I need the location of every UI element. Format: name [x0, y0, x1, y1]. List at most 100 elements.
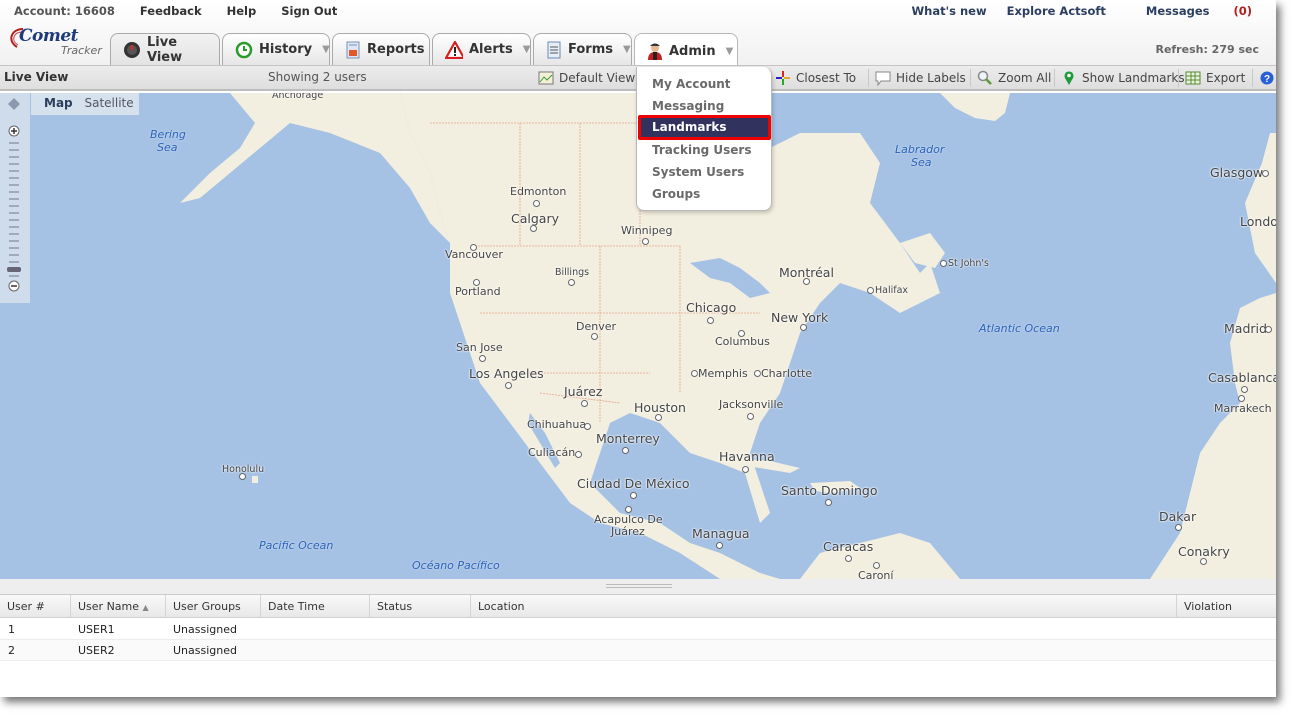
svg-text:?: ? — [1264, 74, 1270, 85]
table-row[interactable]: 2 USER2 Unassigned — [0, 640, 1276, 661]
logo-sub-text: Tracker — [61, 44, 102, 57]
chevron-down-icon: ▼ — [622, 44, 631, 55]
admin-user-icon — [647, 42, 663, 60]
map-label: Chihuahua — [527, 418, 587, 431]
water-label: Sea — [157, 141, 178, 154]
column-label: Date Time — [268, 600, 325, 613]
help-button[interactable]: ? — [1252, 69, 1276, 87]
map-type-satellite[interactable]: Satellite — [84, 96, 133, 110]
tab-reports[interactable]: Reports — [332, 33, 430, 65]
tab-history[interactable]: History ▼ — [222, 33, 330, 65]
map-type-map[interactable]: Map — [44, 96, 73, 110]
menu-item-landmarks[interactable]: Landmarks — [638, 115, 771, 140]
tab-live-view[interactable]: Live View — [110, 33, 220, 65]
app-window: Account: 16608 Feedback Help Sign Out Wh… — [0, 0, 1276, 697]
menu-item-my-account[interactable]: My Account — [652, 77, 731, 91]
city-marker — [940, 260, 947, 267]
map-label: Ciudad De México — [577, 476, 690, 491]
city-marker — [655, 414, 662, 421]
map-view-icon — [538, 70, 554, 86]
column-user-number[interactable]: User # — [0, 595, 71, 618]
map-label: Vancouver — [445, 248, 503, 261]
zoom-control — [0, 93, 30, 303]
whats-new-link[interactable]: What's new — [911, 4, 986, 18]
cell-user-name: USER1 — [78, 623, 115, 636]
menu-item-system-users[interactable]: System Users — [652, 165, 744, 179]
city-marker — [845, 555, 852, 562]
menu-item-groups[interactable]: Groups — [652, 187, 700, 201]
export-label: Export — [1206, 71, 1246, 85]
column-status[interactable]: Status — [370, 595, 471, 618]
sign-out-link[interactable]: Sign Out — [281, 4, 337, 18]
city-marker — [625, 506, 632, 513]
water-label: Atlantic Ocean — [979, 322, 1060, 335]
map-label: Winnipeg — [621, 224, 673, 237]
map-label: Chicago — [686, 300, 737, 315]
menu-item-label: Landmarks — [652, 120, 727, 134]
closest-to-label: Closest To — [796, 71, 857, 85]
city-marker — [533, 200, 540, 207]
tab-alerts[interactable]: Alerts ▼ — [432, 33, 531, 65]
map-label: St John's — [948, 258, 989, 269]
hide-labels-button[interactable]: Hide Labels — [868, 69, 966, 87]
messages-count: (0) — [1233, 4, 1252, 18]
city-marker — [239, 473, 246, 480]
report-icon — [345, 41, 361, 59]
show-landmarks-button[interactable]: Show Landmarks — [1054, 69, 1185, 87]
menu-item-tracking-users[interactable]: Tracking Users — [652, 143, 752, 157]
tab-forms[interactable]: Forms ▼ — [533, 33, 632, 65]
messages-link[interactable]: Messages (0) — [1126, 4, 1252, 18]
column-violation[interactable]: Violation — [1177, 595, 1276, 618]
logo-main-text: Comet — [19, 26, 79, 46]
map-label: Glasgow — [1210, 165, 1264, 180]
comet-tracker-logo: Comet Tracker — [10, 26, 106, 62]
water-label: Pacific Ocean — [259, 539, 334, 552]
map-label: Charlotte — [761, 367, 813, 380]
refresh-countdown: Refresh: 279 sec — [1155, 43, 1259, 56]
export-button[interactable]: Export — [1178, 69, 1245, 87]
top-links: Account: 16608 Feedback Help Sign Out — [14, 4, 362, 18]
splitter-grip-icon[interactable] — [606, 584, 672, 588]
top-header: Account: 16608 Feedback Help Sign Out Wh… — [0, 0, 1276, 68]
help-link[interactable]: Help — [227, 4, 257, 18]
feedback-link[interactable]: Feedback — [140, 4, 202, 18]
crosshair-icon — [775, 70, 791, 86]
city-marker — [747, 413, 754, 420]
hide-labels-label: Hide Labels — [896, 71, 966, 85]
column-user-name[interactable]: User Name ▲ — [71, 595, 166, 618]
tab-admin[interactable]: Admin ▼ — [634, 33, 738, 68]
cell-user-group: Unassigned — [173, 623, 237, 636]
city-marker — [630, 492, 637, 499]
zoom-all-button[interactable]: Zoom All — [970, 69, 1051, 87]
explore-actsoft-link[interactable]: Explore Actsoft — [1007, 4, 1106, 18]
menu-item-messaging[interactable]: Messaging — [652, 99, 724, 113]
city-marker — [825, 499, 832, 506]
closest-to-button[interactable]: Closest To — [769, 69, 856, 87]
tab-label: Admin — [669, 43, 716, 59]
city-marker — [479, 355, 486, 362]
city-marker — [742, 466, 749, 473]
city-marker — [707, 317, 714, 324]
map-label: Caracas — [823, 539, 874, 554]
column-date-time[interactable]: Date Time — [261, 595, 370, 618]
column-location[interactable]: Location — [471, 595, 1177, 618]
panel-splitter[interactable] — [0, 579, 1276, 595]
default-view-label: Default View — [559, 71, 636, 85]
clock-history-icon — [235, 41, 253, 59]
tab-label: Forms — [568, 42, 613, 57]
map-label: Houston — [634, 400, 686, 415]
showing-users-count: Showing 2 users — [268, 70, 367, 84]
tab-label: History — [259, 42, 313, 57]
city-marker — [568, 279, 575, 286]
city-marker — [691, 370, 698, 377]
users-grid-header: User # User Name ▲ User Groups Date Time… — [0, 595, 1276, 618]
city-marker — [867, 287, 874, 294]
chevron-down-icon: ▼ — [725, 45, 734, 57]
default-view-button[interactable]: Default View — [532, 69, 635, 87]
tab-label: Alerts — [469, 42, 513, 57]
table-row[interactable]: 1 USER1 Unassigned — [0, 619, 1276, 640]
map-label: Portland — [455, 285, 501, 298]
map-label: Anchorage — [272, 93, 324, 101]
column-user-groups[interactable]: User Groups — [166, 595, 261, 618]
city-marker — [803, 278, 810, 285]
